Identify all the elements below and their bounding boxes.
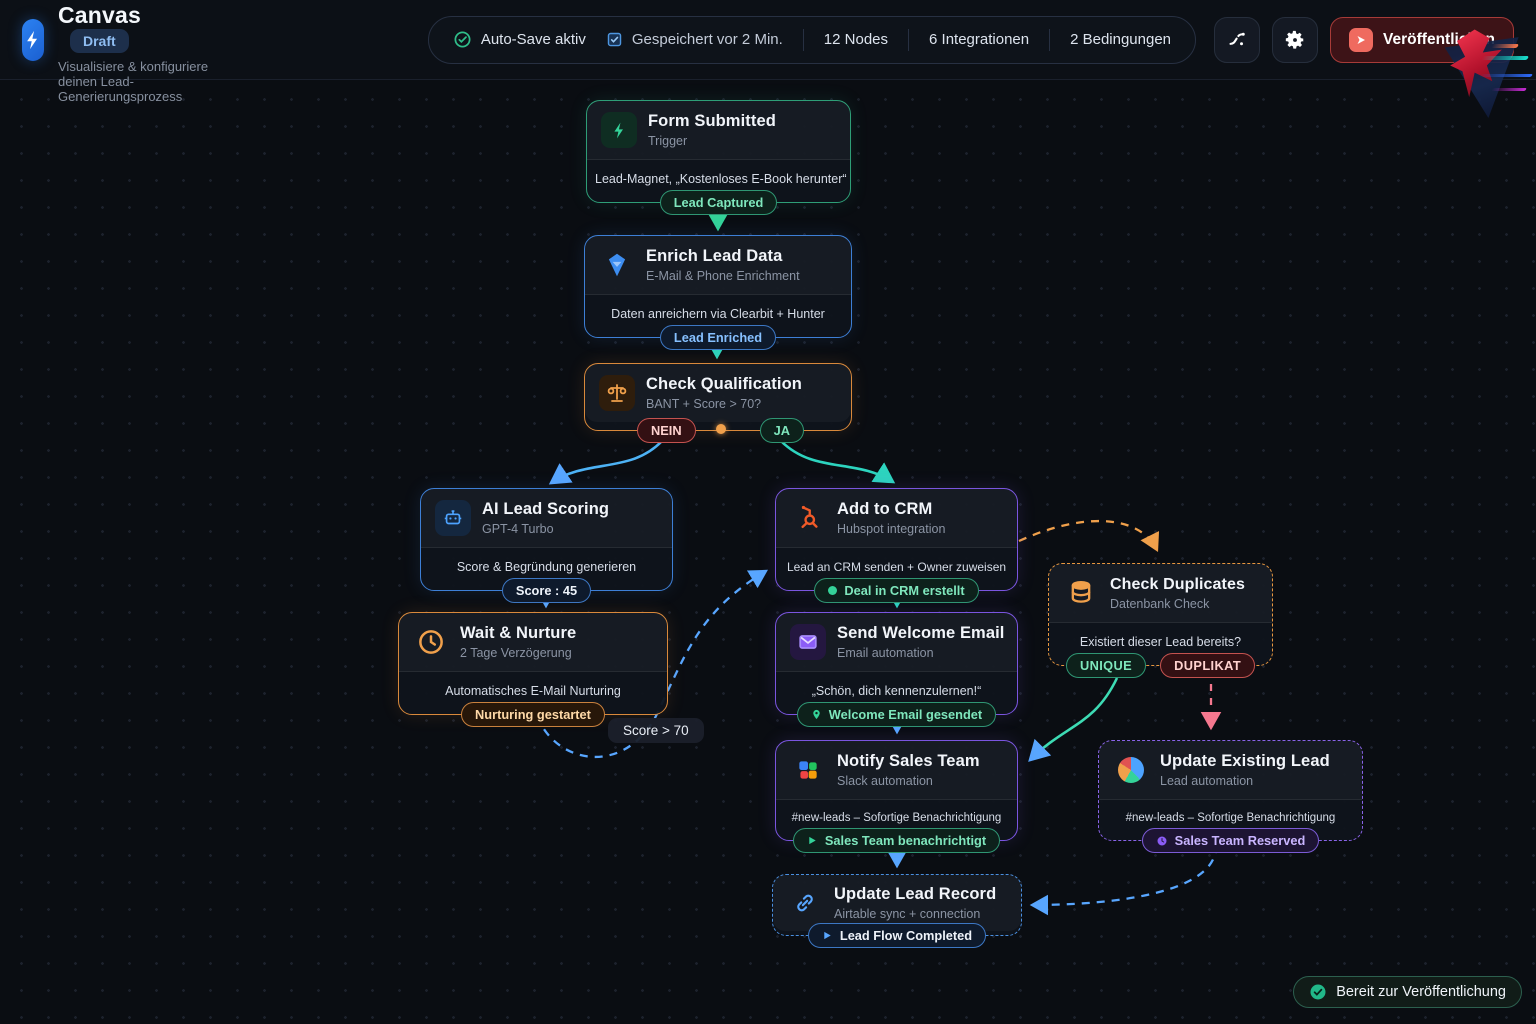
output-badge[interactable]: Welcome Email gesendet	[797, 702, 996, 727]
gear-icon	[1284, 29, 1306, 51]
page-subtitle: Visualisiere & konfiguriere deinen Lead-…	[58, 59, 210, 104]
hubspot-icon	[790, 500, 826, 536]
app-logo-bolt-icon	[22, 19, 44, 61]
scales-icon	[599, 375, 635, 411]
node-check-duplicates[interactable]: Check Duplicates Datenbank Check Existie…	[1048, 563, 1273, 666]
bolt-icon	[601, 112, 637, 148]
link-icon	[787, 885, 823, 921]
branch-badge-ja[interactable]: JA	[760, 418, 804, 443]
branch-badge-unique[interactable]: UNIQUE	[1066, 653, 1146, 678]
output-badge[interactable]: Sales Team benachrichtigt	[793, 828, 1000, 853]
check-circle-icon	[453, 30, 472, 49]
node-add-to-crm[interactable]: Add to CRM Hubspot integration Lead an C…	[775, 488, 1018, 591]
app-window: Lead Flow Canvas Draft Visualisiere & ko…	[0, 0, 1536, 1024]
divider	[1049, 29, 1050, 51]
condition-connector-dot	[716, 424, 726, 434]
publish-send-icon	[1349, 28, 1373, 52]
node-form-submitted[interactable]: Form Submitted Trigger Lead-Magnet, „Kos…	[586, 100, 851, 203]
settings-button[interactable]	[1272, 17, 1318, 63]
database-icon	[1063, 575, 1099, 611]
branch-badge-duplikat[interactable]: DUPLIKAT	[1160, 653, 1255, 678]
check-circle-icon	[1309, 983, 1327, 1001]
brand-text: Lead Flow Canvas Draft Visualisiere & ko…	[58, 0, 210, 104]
shuffle-icon	[1227, 29, 1248, 50]
envelope-icon	[790, 624, 826, 660]
edge-label-score: Score > 70	[608, 718, 704, 743]
node-notify-sales-team[interactable]: Notify Sales Team Slack automation #new-…	[775, 740, 1018, 841]
flow-canvas[interactable]	[0, 80, 1536, 1024]
saved-status: Gespeichert vor 2 Min.	[606, 31, 783, 48]
output-badge[interactable]: Nurturing gestartet	[461, 702, 605, 727]
publish-button[interactable]: Veröffentlichen	[1330, 17, 1514, 63]
autosave-status: Auto-Save aktiv	[453, 30, 586, 49]
divider	[803, 29, 804, 51]
robot-icon	[435, 500, 471, 536]
workflow-status-bar: Auto-Save aktiv Gespeichert vor 2 Min. 1…	[428, 16, 1196, 64]
page-title: Lead Flow Canvas	[58, 0, 210, 29]
header-actions: Veröffentlichen	[1214, 17, 1514, 63]
gem-icon	[599, 247, 635, 283]
integrations-count: 6 Integrationen	[929, 31, 1029, 48]
node-send-welcome-email[interactable]: Send Welcome Email Email automation „Sch…	[775, 612, 1018, 715]
output-badge[interactable]: Lead Captured	[660, 190, 778, 215]
pie-chart-icon	[1113, 752, 1149, 788]
node-wait-nurture[interactable]: Wait & Nurture 2 Tage Verzögerung Automa…	[398, 612, 668, 715]
slack-icon	[790, 752, 826, 788]
pin-icon	[811, 709, 822, 720]
node-enrich-lead-data[interactable]: Enrich Lead Data E-Mail & Phone Enrichme…	[584, 235, 852, 338]
publish-label: Veröffentlichen	[1383, 31, 1495, 49]
nodes-count: 12 Nodes	[824, 31, 888, 48]
output-badge[interactable]: Deal in CRM erstellt	[814, 578, 978, 603]
node-update-lead-record[interactable]: Update Lead Record Airtable sync + conne…	[772, 874, 1022, 936]
status-badge: Draft	[70, 29, 129, 53]
divider	[908, 29, 909, 51]
ready-status-pill: Bereit zur Veröffentlichung	[1293, 976, 1522, 1008]
output-badge[interactable]: Score : 45	[502, 578, 591, 603]
saved-checkbox-icon	[606, 31, 623, 48]
flag-icon	[822, 930, 833, 941]
output-badge[interactable]: Sales Team Reserved	[1142, 828, 1320, 853]
clock-icon	[413, 624, 449, 660]
conditions-count: 2 Bedingungen	[1070, 31, 1171, 48]
branch-badge-nein[interactable]: NEIN	[637, 418, 696, 443]
status-dot	[828, 586, 837, 595]
history-icon	[1156, 835, 1168, 847]
node-check-qualification[interactable]: Check Qualification BANT + Score > 70? N…	[584, 363, 852, 431]
header-bar: Lead Flow Canvas Draft Visualisiere & ko…	[0, 0, 1536, 80]
brand: Lead Flow Canvas Draft Visualisiere & ko…	[22, 0, 210, 104]
rearrange-button[interactable]	[1214, 17, 1260, 63]
node-ai-lead-scoring[interactable]: AI Lead Scoring GPT-4 Turbo Score & Begr…	[420, 488, 673, 591]
output-badge[interactable]: Lead Flow Completed	[808, 923, 986, 948]
node-update-existing-lead[interactable]: Update Existing Lead Lead automation #ne…	[1098, 740, 1363, 841]
output-badge[interactable]: Lead Enriched	[660, 325, 776, 350]
leaf-icon	[807, 835, 818, 846]
